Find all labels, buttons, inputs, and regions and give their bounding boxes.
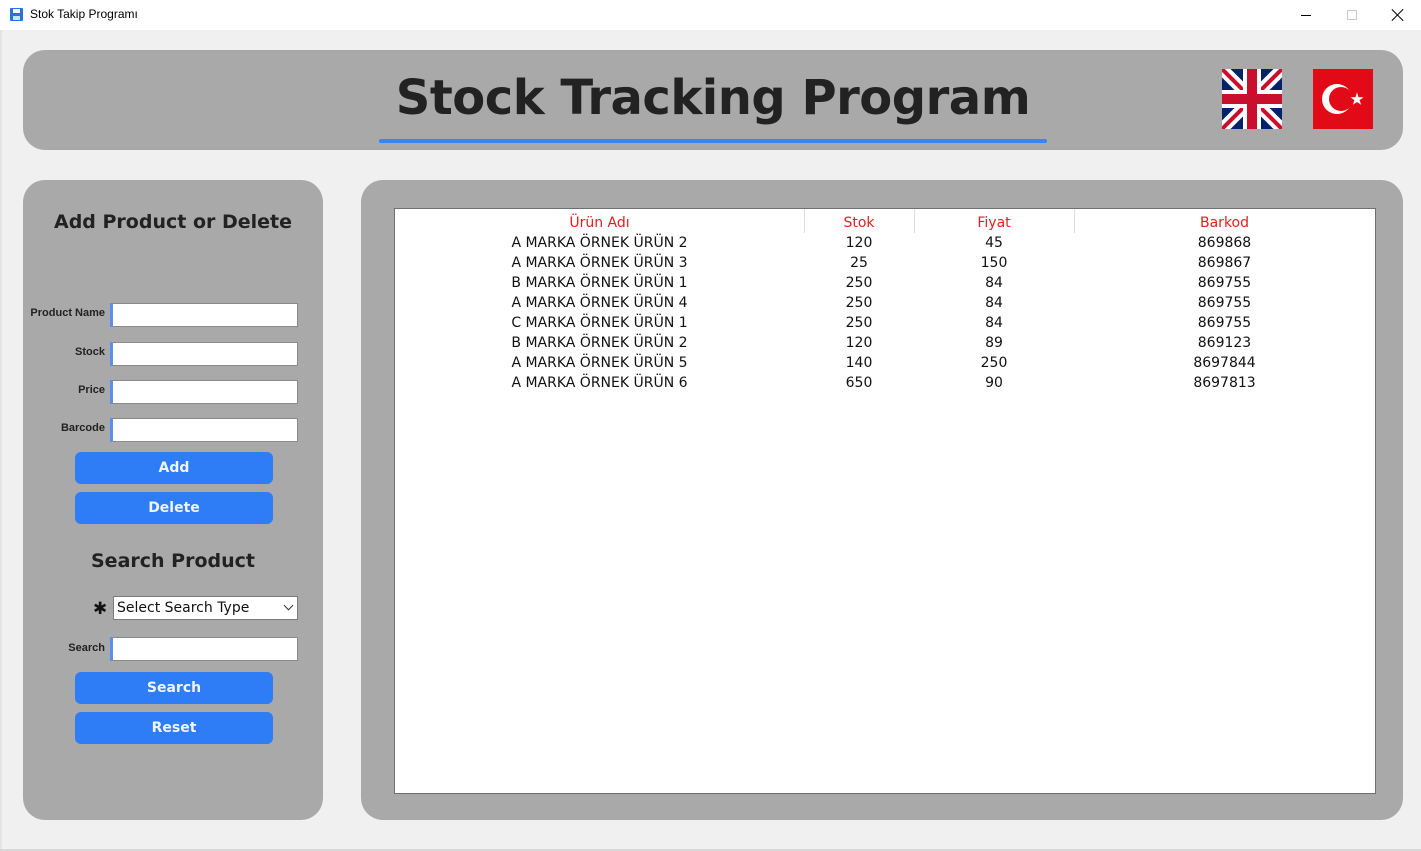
table-row[interactable]: A MARKA ÖRNEK ÜRÜN 4 250 84 869755 — [395, 293, 1375, 313]
cell-product-name: C MARKA ÖRNEK ÜRÜN 1 — [511, 315, 688, 331]
barcode-input[interactable] — [110, 418, 298, 442]
cell-product-name: A MARKA ÖRNEK ÜRÜN 4 — [511, 295, 688, 311]
table-row[interactable]: A MARKA ÖRNEK ÜRÜN 6 650 90 8697813 — [395, 373, 1375, 393]
chevron-down-icon — [283, 600, 294, 611]
turkey-flag-icon[interactable] — [1313, 69, 1373, 129]
cell-barcode: 869123 — [1197, 335, 1252, 351]
product-name-label: Product Name — [30, 307, 105, 319]
window-titlebar: Stok Takip Programı — [0, 0, 1421, 30]
search-section-title: Search Product — [91, 550, 255, 572]
maximize-icon — [1347, 10, 1357, 20]
product-table[interactable]: Ürün Adı Stok Fiyat Barkod A MARKA ÖRNEK… — [394, 208, 1376, 794]
cell-product-name: A MARKA ÖRNEK ÜRÜN 3 — [511, 255, 688, 271]
cell-stock: 250 — [845, 275, 873, 291]
window-left-border — [0, 30, 2, 851]
cell-product-name: B MARKA ÖRNEK ÜRÜN 2 — [511, 335, 688, 351]
minimize-icon — [1301, 14, 1311, 16]
column-header-name[interactable]: Ürün Adı — [395, 212, 804, 234]
table-row[interactable]: B MARKA ÖRNEK ÜRÜN 2 120 89 869123 — [395, 333, 1375, 353]
required-asterisk-icon: ✱ — [93, 599, 108, 619]
table-row[interactable]: A MARKA ÖRNEK ÜRÜN 2 120 45 869868 — [395, 233, 1375, 253]
search-input[interactable] — [110, 637, 298, 661]
cell-product-name: B MARKA ÖRNEK ÜRÜN 1 — [511, 275, 688, 291]
cell-price: 89 — [985, 335, 1003, 351]
search-type-select[interactable]: Select Search Type — [113, 596, 298, 620]
cell-product-name: A MARKA ÖRNEK ÜRÜN 5 — [511, 355, 688, 371]
price-label: Price — [78, 384, 105, 396]
cell-price: 90 — [985, 375, 1003, 391]
cell-stock: 120 — [845, 235, 873, 251]
column-header-stock[interactable]: Stok — [804, 212, 914, 234]
reset-button[interactable]: Reset — [75, 712, 273, 744]
stock-label: Stock — [75, 346, 105, 358]
table-row[interactable]: A MARKA ÖRNEK ÜRÜN 3 25 150 869867 — [395, 253, 1375, 273]
search-label: Search — [68, 642, 105, 654]
minimize-button[interactable] — [1283, 0, 1329, 30]
cell-price: 84 — [985, 275, 1003, 291]
column-divider — [1074, 209, 1075, 233]
window-title: Stok Takip Programı — [30, 7, 138, 21]
stock-input[interactable] — [110, 342, 298, 366]
search-button[interactable]: Search — [75, 672, 273, 704]
cell-barcode: 8697813 — [1193, 375, 1256, 391]
floppy-disk-icon — [10, 8, 23, 21]
cell-product-name: A MARKA ÖRNEK ÜRÜN 6 — [511, 375, 688, 391]
column-divider — [914, 209, 915, 233]
cell-barcode: 869868 — [1197, 235, 1252, 251]
maximize-button[interactable] — [1329, 0, 1375, 30]
search-type-value: Select Search Type — [117, 600, 250, 616]
cell-barcode: 869867 — [1197, 255, 1252, 271]
product-table-panel: Ürün Adı Stok Fiyat Barkod A MARKA ÖRNEK… — [361, 180, 1403, 820]
cell-stock: 25 — [850, 255, 868, 271]
cell-stock: 650 — [845, 375, 873, 391]
cell-product-name: A MARKA ÖRNEK ÜRÜN 2 — [511, 235, 688, 251]
cell-stock: 250 — [845, 295, 873, 311]
title-underline — [379, 139, 1047, 143]
table-row[interactable]: A MARKA ÖRNEK ÜRÜN 5 140 250 8697844 — [395, 353, 1375, 373]
product-name-input[interactable] — [110, 303, 298, 327]
add-button[interactable]: Add — [75, 452, 273, 484]
cell-price: 84 — [985, 315, 1003, 331]
close-icon — [1392, 9, 1404, 21]
cell-stock: 250 — [845, 315, 873, 331]
cell-stock: 140 — [845, 355, 873, 371]
table-row[interactable]: C MARKA ÖRNEK ÜRÜN 1 250 84 869755 — [395, 313, 1375, 333]
cell-price: 84 — [985, 295, 1003, 311]
column-header-barcode[interactable]: Barkod — [1074, 212, 1375, 234]
price-input[interactable] — [110, 380, 298, 404]
column-divider — [804, 209, 805, 233]
close-button[interactable] — [1375, 0, 1421, 30]
delete-button[interactable]: Delete — [75, 492, 273, 524]
cell-price: 150 — [980, 255, 1008, 271]
header-panel: Stock Tracking Program — [23, 50, 1403, 150]
product-form-panel: Add Product or Delete Product Name Stock… — [23, 180, 323, 820]
add-section-title: Add Product or Delete — [53, 211, 293, 233]
barcode-label: Barcode — [60, 422, 105, 434]
cell-barcode: 869755 — [1197, 295, 1252, 311]
page-title: Stock Tracking Program — [395, 70, 1031, 126]
cell-price: 45 — [985, 235, 1003, 251]
uk-flag-icon[interactable] — [1222, 69, 1282, 129]
cell-price: 250 — [980, 355, 1008, 371]
cell-stock: 120 — [845, 335, 873, 351]
column-header-price[interactable]: Fiyat — [914, 212, 1074, 234]
table-row[interactable]: B MARKA ÖRNEK ÜRÜN 1 250 84 869755 — [395, 273, 1375, 293]
cell-barcode: 8697844 — [1193, 355, 1256, 371]
cell-barcode: 869755 — [1197, 315, 1252, 331]
cell-barcode: 869755 — [1197, 275, 1252, 291]
